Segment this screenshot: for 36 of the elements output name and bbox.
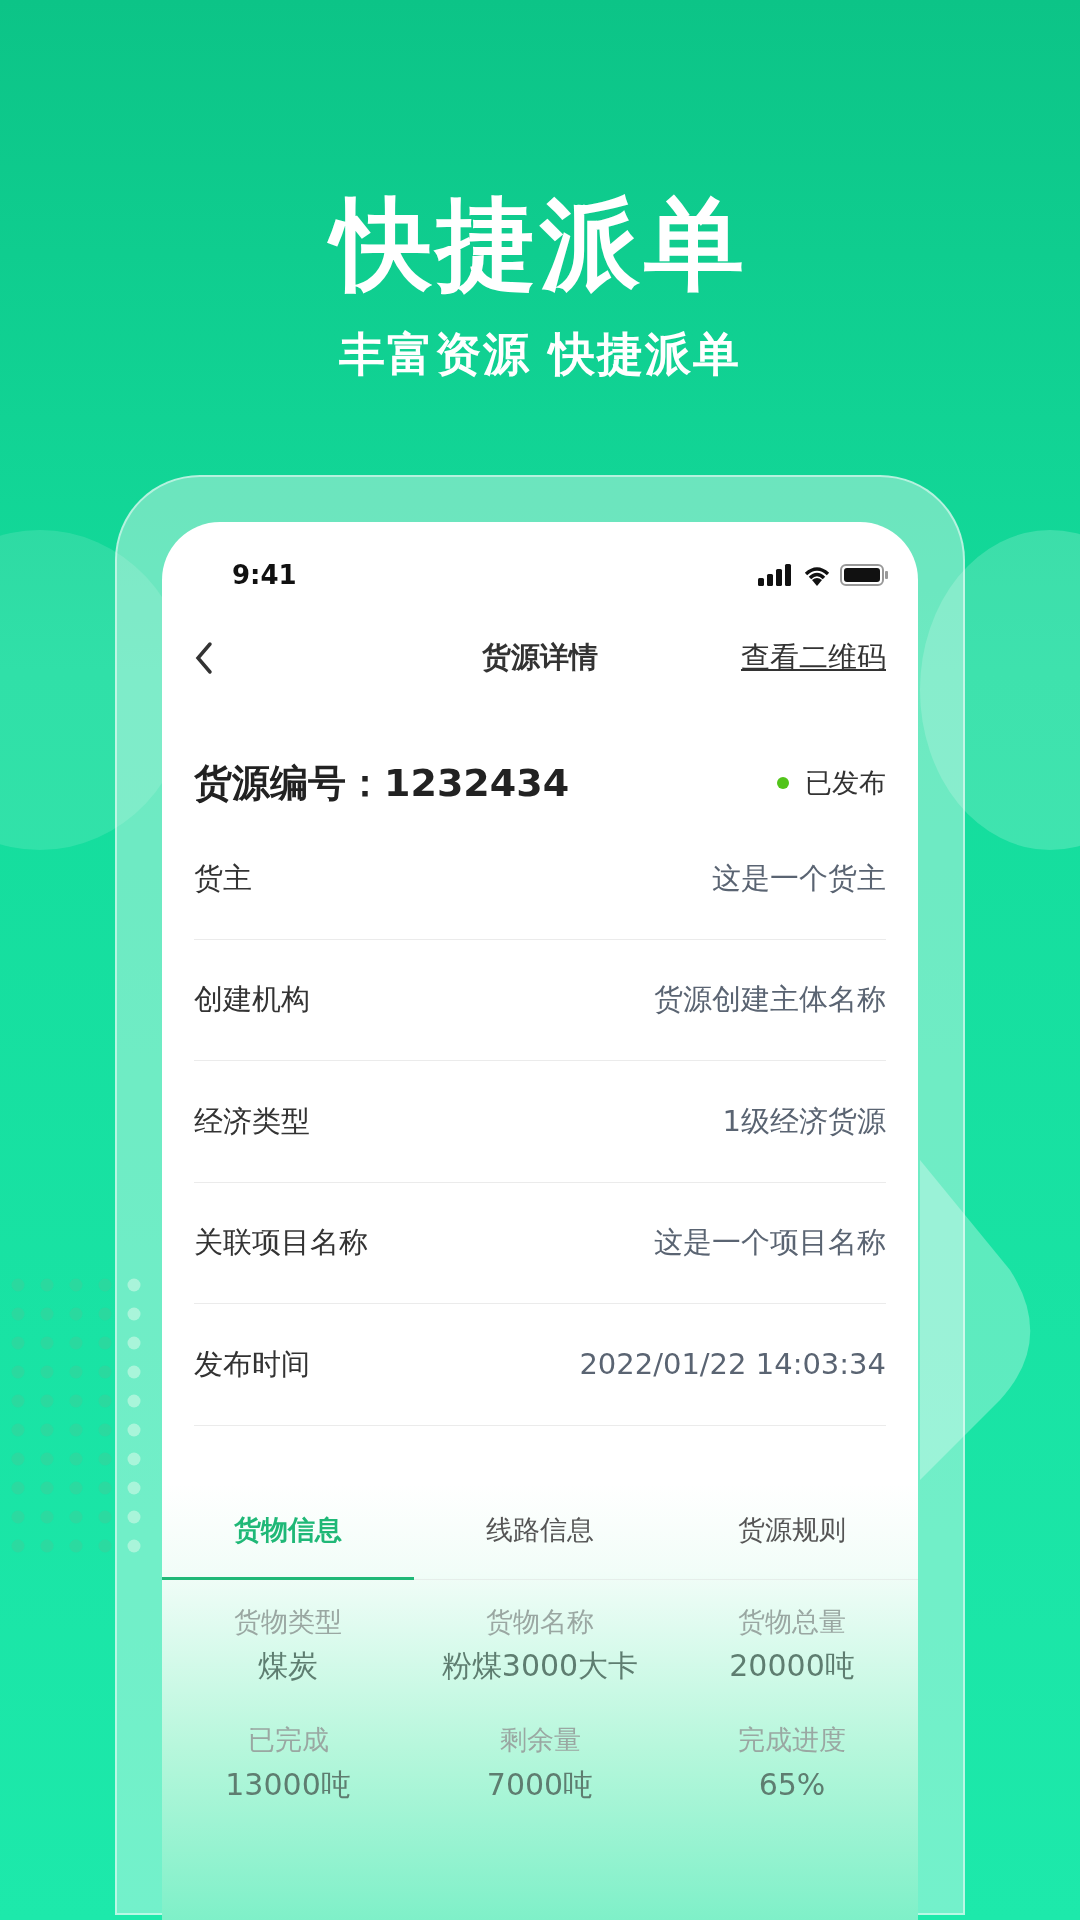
detail-label: 货主 (194, 859, 252, 897)
info-label: 货物名称 (485, 1604, 595, 1639)
detail-value: 这是一个项目名称 (654, 1224, 886, 1261)
tab[interactable]: 线路信息 (414, 1483, 666, 1580)
wifi-icon (802, 564, 832, 586)
headline: 快捷派单 (0, 180, 1080, 310)
detail-label: 关联项目名称 (194, 1224, 368, 1261)
detail-value: 2022/01/22 14:03:34 (579, 1345, 886, 1383)
status-dot (777, 777, 789, 789)
info-value: 粉煤3000大卡 (440, 1647, 640, 1685)
info-label: 货物总量 (737, 1604, 847, 1639)
status-text: 已发布 (805, 765, 886, 800)
page-title: 货源详情 (482, 639, 598, 677)
tab[interactable]: 货源规则 (666, 1483, 918, 1580)
detail-value: 这是一个货主 (712, 859, 886, 897)
cargo-number: 货源编号：1232434 (194, 759, 570, 807)
info-label: 货物类型 (233, 1604, 343, 1639)
detail-value: 货源创建主体名称 (654, 981, 886, 1018)
status-time: 9:41 (232, 558, 297, 592)
subtitle: 丰富资源 快捷派单 (338, 326, 742, 383)
info-value: 20000吨 (728, 1647, 856, 1685)
info-label: 完成进度 (737, 1723, 847, 1757)
detail-value: 1级经济货源 (722, 1102, 886, 1140)
battery-icon (840, 564, 888, 586)
view-qr-code-link[interactable]: 查看二维码 (741, 636, 886, 680)
info-value: 7000吨 (485, 1765, 595, 1804)
detail-label: 经济类型 (194, 1102, 310, 1140)
back-icon[interactable] (194, 641, 214, 675)
detail-label: 创建机构 (194, 981, 310, 1018)
info-value: 65% (757, 1765, 827, 1804)
detail-label: 发布时间 (194, 1345, 310, 1383)
signal-icon (758, 564, 794, 586)
info-label: 已完成 (246, 1723, 330, 1757)
info-value: 13000吨 (224, 1765, 352, 1804)
info-value: 煤炭 (257, 1647, 319, 1685)
info-label: 剩余量 (498, 1723, 582, 1757)
